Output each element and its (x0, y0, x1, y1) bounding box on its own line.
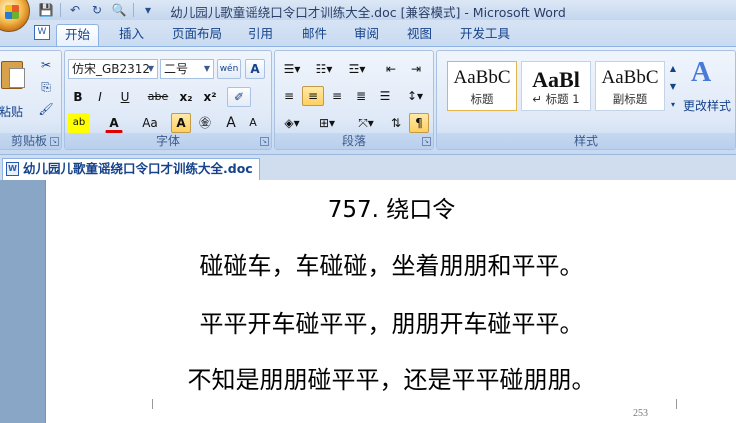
style-title[interactable]: AaBbC 标题 (447, 61, 517, 111)
styles-group-label: 样式 (437, 133, 735, 149)
bold-button[interactable]: B (68, 87, 88, 107)
chevron-down-icon: ▼ (147, 64, 155, 73)
font-group-label: 字体 (65, 133, 271, 149)
chevron-down-icon: ▼ (203, 64, 211, 73)
bullets-icon[interactable]: ☰▾ (278, 59, 306, 79)
show-marks-icon[interactable]: ¶ (409, 113, 429, 133)
poem-heading: 757. 绕口令 (327, 197, 456, 223)
tab-mailings[interactable]: 邮件 (294, 24, 335, 46)
font-launcher-icon[interactable]: ↘ (260, 137, 269, 146)
title-bar: 💾 ↶ ↻ 🔍 ▾ 幼儿园儿歌童谣绕口令口才训练大全.doc [兼容模式] - … (0, 0, 736, 32)
grow-font-button[interactable]: A (221, 113, 241, 133)
paragraph-group: ☰▾ ☷▾ ☲▾ ⇤ ⇥ ≡ ≡ ≡ ≣ ☰ ↕▾ ◈▾ ⊞▾ ⤧▾ ⇅ ¶ 段… (274, 50, 434, 150)
tab-insert[interactable]: 插入 (111, 24, 152, 46)
font-color-icon[interactable]: A (105, 113, 123, 133)
style-name: 标题 (470, 92, 494, 106)
tab-developer[interactable]: 开发工具 (452, 24, 518, 46)
window-title: 幼儿园儿歌童谣绕口令口才训练大全.doc [兼容模式] - Microsoft … (170, 5, 566, 20)
poem-line: 碰碰车，车碰碰，坐着朋朋和平平。 (199, 252, 584, 280)
chinese-layout-icon[interactable]: ⤧▾ (351, 113, 381, 133)
distributed-icon[interactable]: ☰ (374, 86, 396, 106)
style-subtitle[interactable]: AaBbC 副标题 (595, 61, 665, 111)
borders-icon[interactable]: ⊞▾ (313, 113, 341, 133)
style-sample: AaBbC (601, 67, 659, 88)
justify-icon[interactable]: ≣ (350, 86, 372, 106)
character-border-button[interactable]: A (245, 59, 265, 79)
tab-view[interactable]: 视图 (399, 24, 440, 46)
change-styles-label[interactable]: 更改样式 (683, 97, 731, 114)
style-sample: AaBbC (453, 67, 511, 88)
tab-page-layout[interactable]: 页面布局 (164, 24, 230, 46)
paste-label: 粘贴 (0, 105, 24, 119)
italic-button[interactable]: I (90, 87, 110, 107)
document-tab[interactable]: W 幼儿园儿歌童谣绕口令口才训练大全.doc (2, 158, 260, 180)
styles-scroll-up-icon[interactable]: ▲ (667, 59, 679, 75)
crop-mark (152, 399, 153, 409)
poem-line: 不知是朋朋碰平平，还是平平碰朋朋。 (187, 366, 596, 394)
paragraph-launcher-icon[interactable]: ↘ (422, 137, 431, 146)
change-styles-icon[interactable]: A (691, 57, 721, 88)
font-size-value: 二号 (164, 62, 189, 76)
superscript-button[interactable]: x² (199, 87, 221, 107)
phonetic-guide-button[interactable]: wén (217, 59, 241, 79)
styles-group: AaBbC 标题 AaBl ↵ 标题 1 AaBbC 副标题 ▲ ▼ ▾ A 更… (436, 50, 736, 150)
style-sample: AaBl (532, 67, 580, 92)
change-case-button[interactable]: Aa (137, 113, 163, 133)
styles-scroll-down-icon[interactable]: ▼ (667, 77, 679, 93)
document-tab-bar: W 幼儿园儿歌童谣绕口令口才训练大全.doc (0, 154, 736, 180)
ribbon-tabs: W 开始 插入 页面布局 引用 邮件 审阅 视图 开发工具 (0, 20, 736, 46)
page-number: 253 (633, 408, 648, 419)
paragraph-group-label: 段落 (275, 133, 433, 149)
ribbon: 粘贴 ✂ ⎘ 🖌 剪贴板 ↘ 仿宋_GB2312 ▼ 二号 ▼ wén A B … (0, 46, 736, 154)
document-page[interactable]: 757. 绕口令 碰碰车，车碰碰，坐着朋朋和平平。 平平开车碰平平，朋朋开车碰平… (45, 180, 736, 423)
style-name: ↵ 标题 1 (532, 92, 580, 106)
clipboard-icon (1, 61, 25, 89)
font-size-combo[interactable]: 二号 ▼ (160, 59, 214, 79)
styles-more-icon[interactable]: ▾ (667, 95, 679, 111)
shading-icon[interactable]: ◈▾ (278, 113, 306, 133)
multilevel-list-icon[interactable]: ☲▾ (342, 59, 372, 79)
line-spacing-icon[interactable]: ↕▾ (401, 86, 429, 106)
highlight-color-icon[interactable]: ab (68, 113, 90, 133)
clipboard-group: 粘贴 ✂ ⎘ 🖌 剪贴板 ↘ (0, 50, 62, 150)
poem-line: 平平开车碰平平，朋朋开车碰平平。 (199, 310, 584, 338)
word-doc-icon: W (34, 25, 50, 40)
underline-button[interactable]: U (112, 87, 138, 107)
enclose-characters-icon[interactable]: ㊎ (195, 113, 215, 133)
document-area: 757. 绕口令 碰碰车，车碰碰，坐着朋朋和平平。 平平开车碰平平，朋朋开车碰平… (0, 180, 736, 423)
office-logo-icon (5, 5, 19, 19)
strikethrough-button[interactable]: abe (145, 87, 171, 107)
numbering-icon[interactable]: ☷▾ (310, 59, 338, 79)
copy-icon[interactable]: ⎘ (37, 77, 55, 97)
clear-formatting-icon[interactable]: ✐ (227, 87, 251, 107)
style-name: 副标题 (612, 92, 648, 106)
font-group: 仿宋_GB2312 ▼ 二号 ▼ wén A B I U abe x₂ x² ✐… (64, 50, 272, 150)
sort-icon[interactable]: ⇅ (385, 113, 407, 133)
shrink-font-button[interactable]: A (243, 113, 263, 133)
tab-review[interactable]: 审阅 (346, 24, 387, 46)
word-doc-icon: W (6, 162, 19, 176)
font-name-combo[interactable]: 仿宋_GB2312 ▼ (68, 59, 158, 79)
align-left-icon[interactable]: ≡ (278, 86, 300, 106)
align-right-icon[interactable]: ≡ (326, 86, 348, 106)
format-painter-icon[interactable]: 🖌 (37, 99, 55, 119)
align-center-icon[interactable]: ≡ (302, 86, 324, 106)
tab-home[interactable]: 开始 (56, 24, 100, 46)
paste-button[interactable]: 粘贴 (0, 57, 27, 119)
clipboard-launcher-icon[interactable]: ↘ (50, 137, 59, 146)
increase-indent-icon[interactable]: ⇥ (405, 59, 427, 79)
document-tab-label: 幼儿园儿歌童谣绕口令口才训练大全.doc (23, 161, 253, 176)
font-name-value: 仿宋_GB2312 (72, 62, 151, 76)
tab-references[interactable]: 引用 (240, 24, 281, 46)
character-shading-icon[interactable]: A (171, 113, 191, 133)
cut-icon[interactable]: ✂ (37, 55, 55, 75)
style-heading-1[interactable]: AaBl ↵ 标题 1 (521, 61, 591, 111)
decrease-indent-icon[interactable]: ⇤ (380, 59, 402, 79)
crop-mark (676, 399, 677, 409)
subscript-button[interactable]: x₂ (175, 87, 197, 107)
